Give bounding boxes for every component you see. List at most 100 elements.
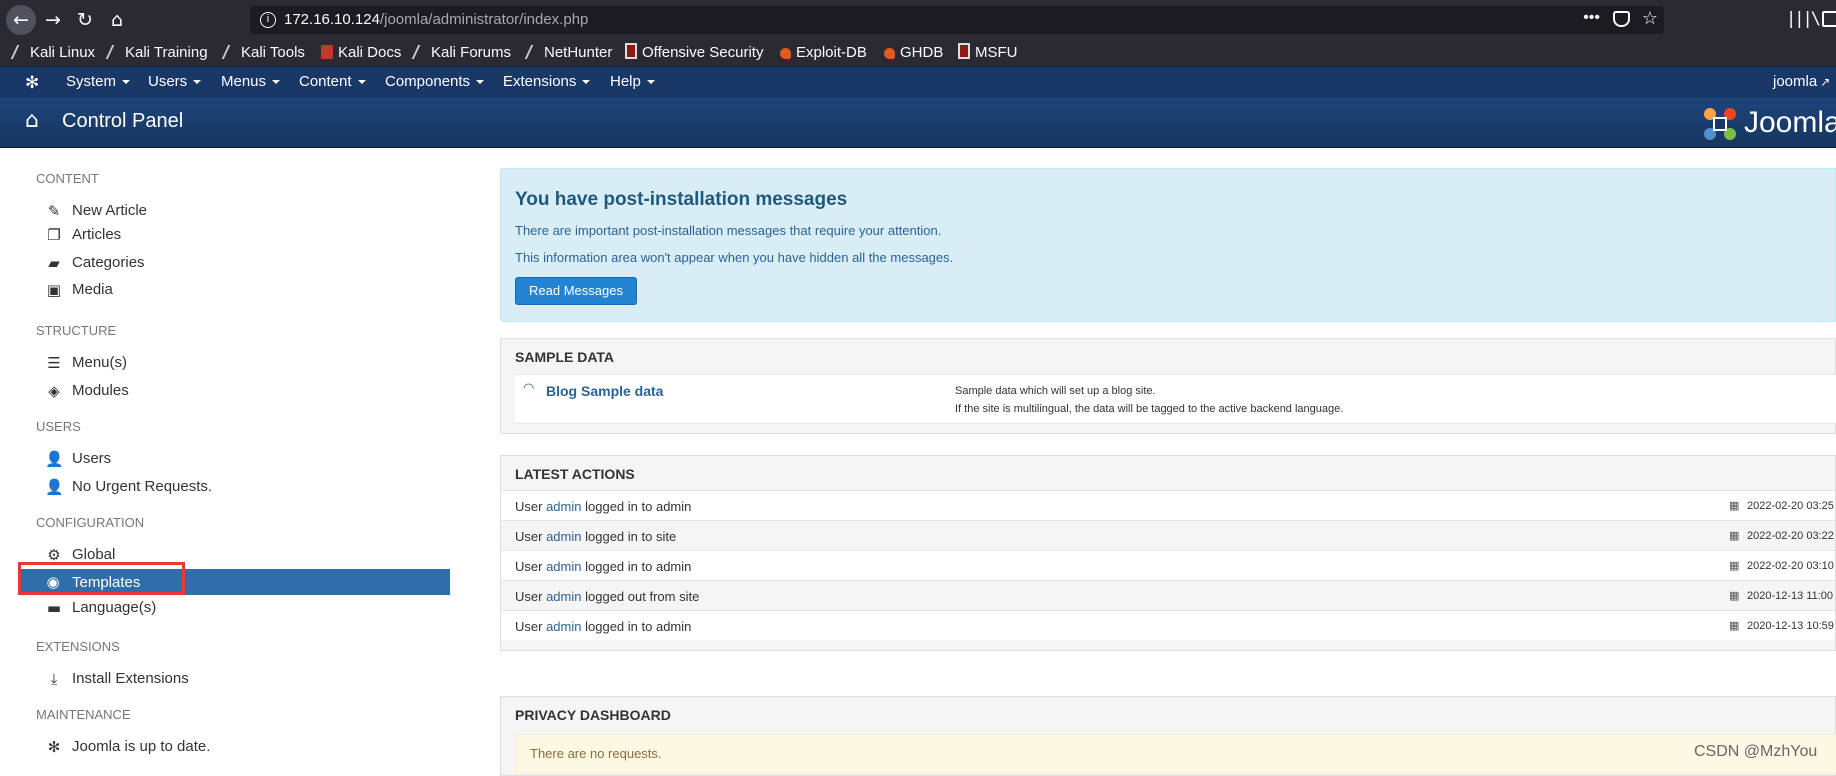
action-user-link[interactable]: admin [546, 619, 581, 634]
action-date: 2020-12-13 11:00 [1747, 590, 1834, 602]
wifi-icon: ◠ [523, 381, 535, 396]
sidebar-heading-structure: STRUCTURE [36, 323, 117, 338]
action-user-link[interactable]: admin [546, 589, 581, 604]
menu-system[interactable]: System [66, 73, 131, 90]
sidebar-item-users[interactable]: 👤 Users [40, 448, 450, 470]
bookmark-star-icon[interactable]: ☆ [1642, 8, 1658, 29]
exploit-db-icon [780, 48, 791, 59]
bookmark-kali-linux[interactable]: Kali Linux [10, 42, 95, 64]
read-messages-button[interactable]: Read Messages [515, 277, 637, 305]
sidebar-item-joomla-update[interactable]: ✻ Joomla is up to date. [40, 736, 450, 758]
bookmark-kali-forums[interactable]: Kali Forums [411, 42, 511, 64]
sample-data-module: SAMPLE DATA ◠ Blog Sample data Sample da… [500, 338, 1836, 434]
page-title: Control Panel [62, 110, 184, 132]
more-actions-icon[interactable]: ••• [1583, 9, 1600, 27]
action-date: 2022-02-20 03:25 [1747, 500, 1834, 512]
joomla-brand-logo [1704, 108, 1736, 140]
calendar-icon: ▦ [1729, 499, 1740, 512]
reload-icon: ↻ [77, 9, 93, 31]
list-icon: ☰ [47, 354, 61, 372]
forward-button[interactable]: → [38, 5, 68, 35]
home-icon: ⌂ [110, 9, 124, 31]
bookmark-kali-tools[interactable]: Kali Tools [221, 42, 305, 64]
reload-button[interactable]: ↻ [70, 5, 100, 35]
ghdb-icon [884, 48, 895, 59]
caret-down-icon [193, 80, 202, 85]
calendar-icon: ▦ [1729, 589, 1740, 602]
action-row: User admin logged in to site ▦ 2022-02-2… [501, 520, 1835, 550]
sample-data-description-1: Sample data which will set up a blog sit… [955, 385, 1156, 397]
action-user-link[interactable]: admin [546, 559, 581, 574]
menu-users[interactable]: Users [148, 73, 202, 90]
sidebar-toggle-icon[interactable] [1822, 11, 1836, 27]
action-date: 2022-02-20 03:22 [1747, 530, 1834, 542]
calendar-icon: ▦ [1729, 619, 1740, 632]
latest-actions-module: LATEST ACTIONS User admin logged in to a… [500, 455, 1836, 651]
sidebar-heading-configuration: CONFIGURATION [36, 515, 145, 530]
action-row: User admin logged in to admin ▦ 2022-02-… [501, 550, 1835, 580]
download-icon: ⤓ [50, 670, 58, 688]
sidebar-item-media[interactable]: ▣ Media [40, 279, 450, 301]
sidebar-item-menus[interactable]: ☰ Menu(s) [40, 352, 450, 374]
sidebar-item-articles[interactable]: ❐ Articles [40, 224, 450, 246]
joomla-logo-icon[interactable]: ✻ [25, 73, 39, 93]
sidebar-item-install-extensions[interactable]: ⤓ Install Extensions [40, 668, 450, 690]
admin-menubar: ✻ System Users Menus Content Components … [0, 66, 1836, 98]
user-site-link[interactable]: joomla ↗ [1773, 73, 1830, 90]
caret-down-icon [357, 80, 366, 85]
bookmark-offensive-security[interactable]: Offensive Security [625, 42, 763, 64]
folder-open-icon: ▰ [48, 254, 60, 272]
latest-actions-heading: LATEST ACTIONS [515, 466, 635, 482]
kali-dragon-icon [105, 45, 124, 59]
menu-components[interactable]: Components [385, 73, 485, 90]
nethunter-icon [524, 45, 543, 59]
bookmark-nethunter[interactable]: NetHunter [524, 42, 612, 64]
image-icon: ▣ [46, 281, 62, 299]
url-text[interactable]: 172.16.10.124/joomla/administrator/index… [284, 11, 588, 28]
cube-icon: ◈ [48, 382, 60, 400]
bookmark-msfu[interactable]: MSFU [958, 42, 1018, 64]
action-row: User admin logged in to admin ▦ 2020-12-… [501, 610, 1835, 640]
menu-menus[interactable]: Menus [221, 73, 281, 90]
sidebar-item-new-article[interactable]: ✎ New Article [40, 200, 450, 222]
bookmarks-toolbar: Kali Linux Kali Training Kali Tools Kali… [0, 40, 1836, 66]
menu-extensions[interactable]: Extensions [503, 73, 591, 90]
action-date: 2022-02-20 03:10 [1747, 560, 1834, 572]
arrow-left-icon: ← [13, 9, 29, 31]
privacy-message: There are no requests. [530, 746, 662, 761]
joomla-icon: ✻ [47, 738, 61, 756]
bookmark-kali-training[interactable]: Kali Training [105, 42, 208, 64]
caret-down-icon [272, 80, 281, 85]
offsec-icon [625, 43, 637, 59]
pocket-icon[interactable] [1613, 11, 1630, 27]
menu-help[interactable]: Help [610, 73, 655, 90]
caret-down-icon [646, 80, 655, 85]
sidebar-item-requests[interactable]: 👤 No Urgent Requests. [40, 476, 450, 498]
action-user-link[interactable]: admin [546, 529, 581, 544]
info-icon[interactable]: i [260, 12, 276, 28]
home-button[interactable]: ⌂ [102, 5, 132, 35]
sidebar-item-categories[interactable]: ▰ Categories [40, 252, 450, 274]
action-row: User admin logged in to admin ▦ 2022-02-… [501, 490, 1835, 520]
bookmark-exploit-db[interactable]: Exploit-DB [780, 42, 867, 64]
arrow-right-icon: → [45, 9, 61, 31]
user-icon: 👤 [45, 478, 64, 496]
sidebar-item-languages[interactable]: ▬ Language(s) [40, 597, 450, 619]
back-button[interactable]: ← [6, 5, 36, 35]
privacy-dashboard-module: PRIVACY DASHBOARD There are no requests. [500, 696, 1836, 776]
url-path: /joomla/administrator/index.php [379, 11, 589, 28]
bookmark-ghdb[interactable]: GHDB [884, 42, 943, 64]
sidebar-item-modules[interactable]: ◈ Modules [40, 380, 450, 402]
copy-icon: ❐ [47, 226, 61, 244]
bookmark-kali-docs[interactable]: Kali Docs [321, 42, 401, 64]
blog-sample-data-link[interactable]: Blog Sample data [546, 383, 663, 399]
privacy-alert: There are no requests. [515, 734, 1836, 774]
library-icon[interactable]: |||\ [1786, 9, 1821, 29]
action-user-link[interactable]: admin [546, 499, 581, 514]
url-bar[interactable]: i 172.16.10.124/joomla/administrator/ind… [250, 6, 1664, 34]
postinstall-line-2: This information area won't appear when … [515, 250, 954, 265]
menu-content[interactable]: Content [299, 73, 366, 90]
kali-dragon-icon [411, 45, 430, 59]
sidebar-heading-users: USERS [36, 419, 81, 434]
sidebar-heading-extensions: EXTENSIONS [36, 639, 120, 654]
